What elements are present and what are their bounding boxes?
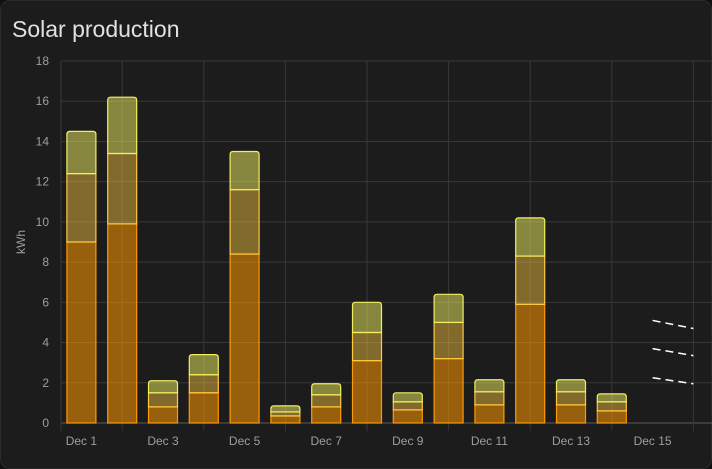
bar-segment-middle [351, 331, 383, 362]
bar-segment-lower [66, 241, 97, 424]
y-axis-label: kWh [14, 230, 28, 254]
bar-segment-upper [474, 379, 505, 393]
y-tick-label: 12 [36, 175, 50, 189]
y-tick-label: 2 [42, 376, 49, 390]
bar-segment-lower [107, 223, 138, 424]
forecast-line [652, 347, 694, 357]
x-tick-label: Dec 7 [311, 434, 343, 448]
bar-segment-middle [474, 391, 505, 406]
bar-segment-lower [311, 406, 342, 424]
y-tick-label: 4 [42, 336, 49, 350]
bar-segment-lower [515, 303, 546, 424]
y-tick-label: 0 [42, 416, 49, 430]
y-tick-label: 10 [36, 215, 50, 229]
bar-segment-upper [147, 380, 179, 394]
bar-segment-middle [188, 374, 219, 394]
bar-segment-lower [229, 253, 260, 424]
bar-segment-upper [351, 301, 383, 334]
x-tick-label: Dec 1 [66, 434, 98, 448]
bar-segment-lower [392, 409, 423, 424]
x-tick-label: Dec 5 [229, 434, 261, 448]
bar-segment-upper [392, 392, 423, 403]
bar-segment-lower [147, 406, 179, 424]
bar-segment-upper [229, 150, 260, 191]
x-tick-label: Dec 13 [552, 434, 590, 448]
bar-segment-lower [270, 415, 301, 424]
bar-segment-lower [433, 358, 464, 424]
bar-segment-lower [351, 360, 383, 424]
bar-segment-upper [515, 217, 546, 257]
bar-segment-upper [555, 379, 587, 393]
bar-segment-upper [66, 130, 97, 175]
forecast-line [652, 319, 694, 330]
bar-segment-middle [596, 401, 627, 412]
bar-segment-upper [270, 405, 301, 413]
x-tick-label: Dec 3 [147, 434, 179, 448]
bar-segment-middle [66, 173, 97, 243]
bar-segment-upper [107, 96, 138, 155]
x-tick-label: Dec 15 [634, 434, 672, 448]
y-tick-label: 18 [36, 54, 50, 68]
y-tick-label: 16 [36, 94, 50, 108]
bar-segment-lower [555, 404, 587, 424]
x-tick-label: Dec 11 [471, 434, 508, 448]
bar-segment-middle [555, 391, 587, 406]
bar-segment-middle [107, 152, 138, 225]
y-tick-label: 8 [42, 255, 49, 269]
bar-segment-middle [433, 321, 464, 360]
bar-segment-middle [229, 189, 260, 255]
bar-segment-middle [147, 392, 179, 408]
x-tick-label: Dec 9 [392, 434, 424, 448]
bar-segment-middle [515, 255, 546, 305]
bar-segment-upper [311, 383, 342, 396]
solar-production-chart: 0 2 4 6 8 10 12 14 16 18 kWh Dec 1 Dec 3 Dec 5 Dec 7 De… [14, 54, 712, 448]
bar-segment-upper [596, 393, 627, 403]
bar-segment-middle [270, 411, 301, 417]
bar-segment-upper [188, 354, 219, 376]
bar-segment-upper [433, 293, 464, 324]
bar-segment-middle [311, 394, 342, 408]
bar-segment-lower [188, 392, 219, 424]
bar-segment-lower [474, 404, 505, 424]
y-tick-label: 6 [42, 295, 49, 309]
bar-segment-lower [596, 410, 627, 424]
bar-segment-middle [392, 401, 423, 411]
y-tick-label: 14 [36, 134, 50, 148]
